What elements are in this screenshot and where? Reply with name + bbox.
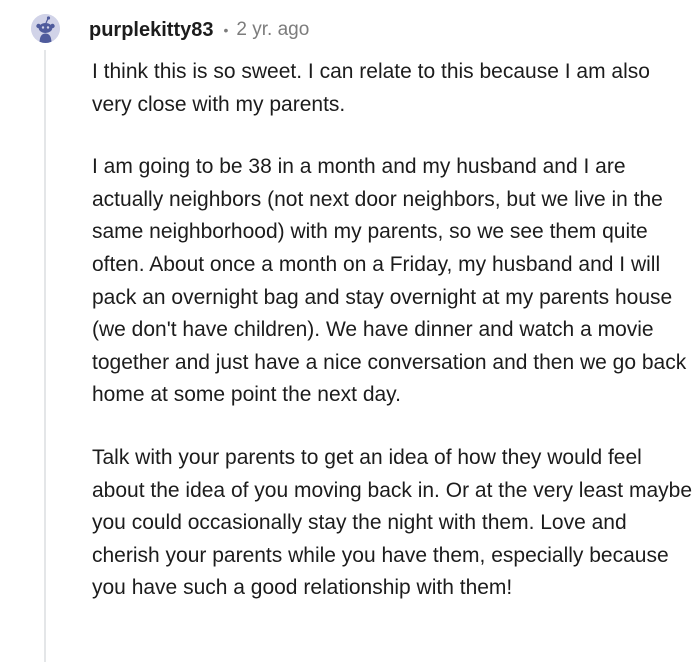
user-avatar[interactable]	[31, 14, 60, 43]
meta-separator: •	[223, 22, 229, 38]
comment-header: purplekitty83 • 2 yr. ago	[89, 17, 309, 43]
comment-paragraph-3: Talk with your parents to get an idea of…	[92, 445, 692, 600]
snoo-avatar-icon	[31, 14, 60, 43]
thread-line[interactable]	[44, 50, 46, 662]
username-link[interactable]: purplekitty83	[89, 19, 213, 42]
comment-paragraph-2: I am going to be 38 in a month and my hu…	[92, 155, 687, 407]
comment-body: I think this is so sweet. I can relate t…	[92, 56, 692, 635]
comment-paragraph-1: I think this is so sweet. I can relate t…	[92, 60, 650, 116]
comment-timestamp[interactable]: 2 yr. ago	[236, 19, 309, 41]
